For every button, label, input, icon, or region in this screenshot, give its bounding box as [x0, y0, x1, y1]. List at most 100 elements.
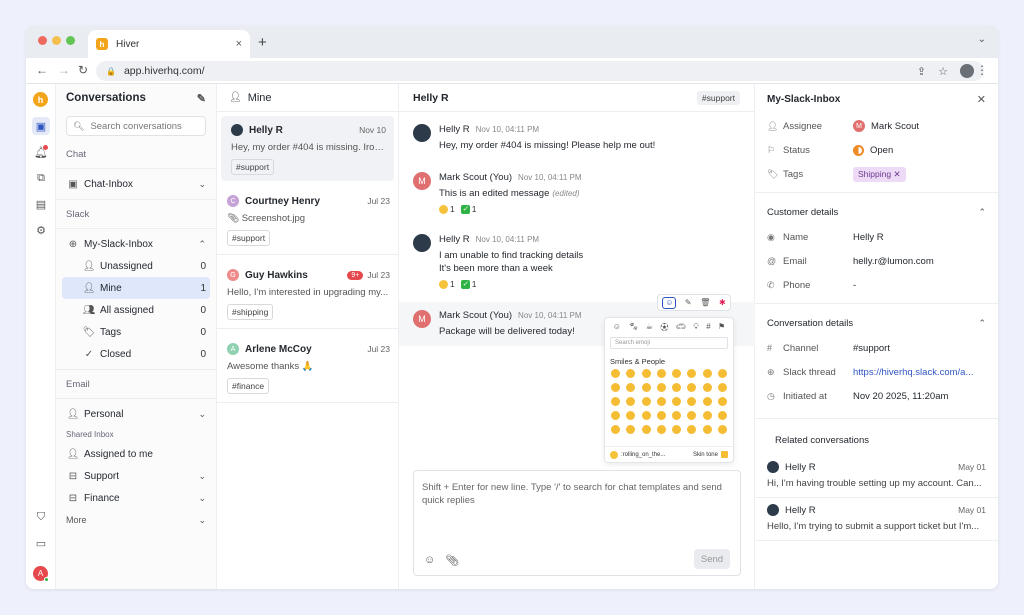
emoji[interactable] [611, 425, 621, 434]
bookmark-star-icon[interactable]: ☆ [938, 65, 948, 78]
emoji[interactable] [717, 369, 727, 378]
maximize-window-dot[interactable] [66, 36, 75, 45]
activity-category-icon[interactable]: ⚽︎ [660, 322, 668, 333]
close-icon[interactable]: ✕ [977, 93, 986, 106]
reaction-smile[interactable]: 1 [439, 279, 455, 289]
sidebar-item-support[interactable]: ⊟ Support ⌄ [56, 465, 216, 487]
copy-icon[interactable]: ⧉ [32, 169, 50, 187]
browser-tab[interactable]: h Hiver × [88, 30, 250, 58]
chevron-up-icon[interactable]: ⌃ [978, 207, 986, 218]
related-conversation-item[interactable]: Helly R May 01 Hello, I'm trying to subm… [755, 498, 998, 541]
emoji[interactable] [641, 369, 651, 378]
emoji[interactable] [687, 425, 697, 434]
status-row[interactable]: ⚐ Status Open [755, 138, 998, 162]
close-window-dot[interactable] [38, 36, 47, 45]
sidebar-item-closed[interactable]: ✓ Closed 0 [56, 343, 216, 365]
chevron-down-icon[interactable]: ⌄ [198, 515, 206, 526]
animal-category-icon[interactable]: 🐾︎ [628, 322, 638, 333]
chevron-up-icon[interactable]: ⌃ [198, 239, 206, 250]
minimize-window-dot[interactable] [52, 36, 61, 45]
site-info-icon[interactable]: 🔒 [106, 67, 116, 76]
emoji[interactable] [702, 397, 712, 406]
emoji[interactable] [656, 397, 666, 406]
smiley-category-icon[interactable]: ☺ [613, 322, 621, 333]
flags-category-icon[interactable]: ⚑ [718, 322, 725, 333]
emoji[interactable] [611, 397, 621, 406]
emoji[interactable] [687, 397, 697, 406]
related-conversation-item[interactable]: Helly R May 01 Hi, I'm having trouble se… [755, 455, 998, 498]
emoji[interactable] [672, 369, 682, 378]
customer-details-section[interactable]: Customer details ⌃ [755, 199, 998, 225]
reaction-smile[interactable]: 1 [439, 204, 455, 214]
chevron-down-icon[interactable]: ⌄ [198, 493, 206, 504]
url-field[interactable]: 🔒 app.hiverhq.com/ ⇪ ☆ [96, 61, 984, 81]
sidebar-item-tags[interactable]: 🏷︎ Tags 0 [56, 321, 216, 343]
sidebar-item-chat-inbox[interactable]: ▣ Chat-Inbox ⌄ [56, 173, 216, 195]
emoji[interactable] [626, 369, 636, 378]
hiver-logo-icon[interactable]: h [33, 92, 48, 107]
emoji[interactable] [626, 425, 636, 434]
emoji[interactable] [656, 425, 666, 434]
settings-gear-icon[interactable]: ⚙ [32, 221, 50, 239]
skin-tone-selector[interactable]: Skin tone [693, 451, 728, 458]
reload-icon[interactable]: ↻ [78, 63, 88, 77]
sidebar-item-my-slack-inbox[interactable]: ⊕ My-Slack-Inbox ⌃ [56, 233, 216, 255]
emoji[interactable] [717, 425, 727, 434]
emoji[interactable] [687, 383, 697, 392]
list-item[interactable]: Helly R Nov 10 Hey, my order #404 is mis… [221, 116, 394, 181]
delete-trash-icon[interactable]: 🗑︎ [700, 298, 710, 307]
emoji[interactable] [626, 383, 636, 392]
chevron-down-icon[interactable]: ⌄ [198, 179, 206, 190]
emoji[interactable] [687, 369, 697, 378]
sidebar-item-unassigned[interactable]: 👤︎ Unassigned 0 [56, 255, 216, 277]
emoji[interactable] [611, 383, 621, 392]
emoji[interactable] [717, 383, 727, 392]
forward-arrow-icon[interactable]: → [58, 63, 70, 77]
emoji[interactable] [672, 383, 682, 392]
slack-icon[interactable]: ✱ [719, 298, 726, 307]
emoji[interactable] [656, 383, 666, 392]
emoji[interactable] [641, 411, 651, 420]
send-button[interactable]: Send [694, 549, 730, 569]
list-item[interactable]: A Arlene McCoy Jul 23 Awesome thanks 🙏 #… [217, 329, 398, 403]
edit-pencil-icon[interactable]: ✎ [685, 298, 692, 307]
add-reaction-icon[interactable]: ☺ [662, 296, 677, 309]
objects-category-icon[interactable]: 💡︎ [693, 322, 699, 333]
sidebar-item-more[interactable]: More ⌄ [56, 509, 216, 531]
tags-row[interactable]: 🏷︎ Tags Shipping ✕ [755, 162, 998, 186]
list-item[interactable]: G Guy Hawkins 9+ Jul 23 Hello, I'm inter… [217, 255, 398, 329]
analytics-icon[interactable]: ▤ [32, 195, 50, 213]
emoji[interactable] [656, 411, 666, 420]
conversations-nav-icon[interactable]: ▣ [32, 117, 50, 135]
emoji[interactable] [702, 411, 712, 420]
reaction-check[interactable]: ✓ 1 [460, 279, 476, 289]
food-category-icon[interactable]: ☕︎ [646, 322, 653, 333]
emoji[interactable] [656, 369, 666, 378]
emoji[interactable] [702, 383, 712, 392]
emoji[interactable] [672, 411, 682, 420]
share-icon[interactable]: ⇪ [917, 65, 926, 78]
symbols-category-icon[interactable]: # [706, 322, 710, 333]
sidebar-item-mine[interactable]: 👤︎ Mine 1 [62, 277, 210, 299]
browser-menu-icon[interactable]: ⋮ [976, 63, 988, 77]
shipping-tag-chip[interactable]: Shipping ✕ [853, 166, 906, 182]
search-conversations-input[interactable]: 🔍︎ Search conversations [66, 116, 206, 136]
assignee-row[interactable]: 👤︎ Assignee M Mark Scout [755, 114, 998, 138]
travel-category-icon[interactable]: 🚗︎ [676, 322, 686, 333]
shield-icon[interactable]: ⛉ [32, 508, 50, 526]
sidebar-item-assigned-to-me[interactable]: 👤︎ Assigned to me [56, 443, 216, 465]
sidebar-item-finance[interactable]: ⊟ Finance ⌄ [56, 487, 216, 509]
user-avatar[interactable]: A [33, 566, 49, 582]
emoji[interactable] [702, 369, 712, 378]
sidebar-item-all-assigned[interactable]: 👥︎ All assigned 0 [56, 299, 216, 321]
notifications-bell-icon[interactable]: 🔔︎ [32, 143, 50, 161]
chevron-down-icon[interactable]: ⌄ [198, 471, 206, 482]
emoji-search-input[interactable]: Search emoji [610, 337, 728, 349]
new-tab-button[interactable]: + [258, 34, 267, 51]
attachment-paperclip-icon[interactable]: 📎︎ [445, 554, 459, 567]
profile-avatar-icon[interactable] [960, 64, 974, 78]
conversation-details-section[interactable]: Conversation details ⌃ [755, 310, 998, 336]
emoji[interactable] [611, 411, 621, 420]
emoji[interactable] [702, 425, 712, 434]
emoji[interactable] [717, 411, 727, 420]
